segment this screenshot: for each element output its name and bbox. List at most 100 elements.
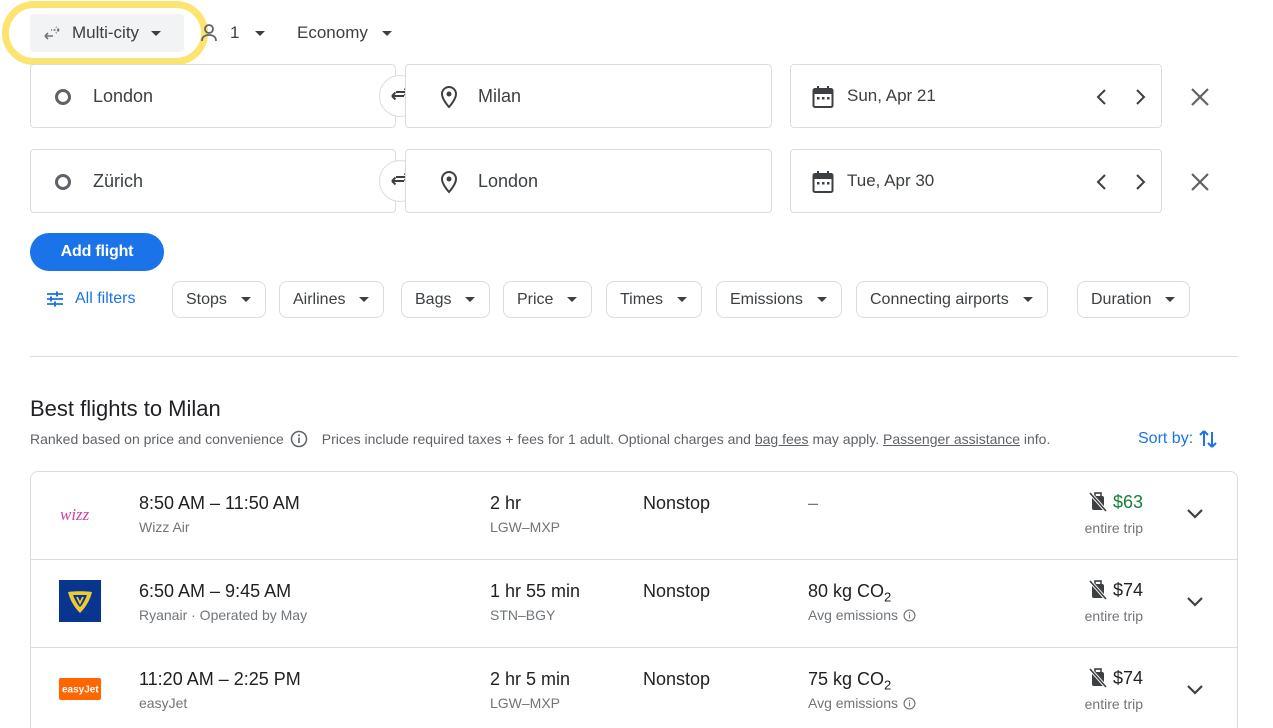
origin-field-leg-2[interactable]: Zürich [30, 149, 396, 213]
filter-chip-bags[interactable]: Bags [401, 281, 491, 318]
emissions-label: Avg emissions [808, 607, 916, 623]
bag-fees-link[interactable]: bag fees [755, 431, 809, 447]
close-icon [1188, 173, 1212, 198]
price-label: entire trip [1084, 520, 1143, 536]
passenger-count: 1 [230, 23, 240, 42]
all-filters-button[interactable]: All filters [46, 288, 135, 310]
date-value: Tue, Apr 30 [847, 171, 935, 190]
chevron-down-icon [151, 30, 162, 36]
chevron-down-icon [381, 30, 392, 36]
flight-route: STN–BGY [490, 607, 556, 623]
chip-label: Airlines [293, 290, 346, 308]
price-value: $63 [1112, 491, 1143, 512]
info-icon[interactable] [903, 609, 916, 622]
trip-type-select[interactable]: Multi-city [30, 14, 184, 52]
expand-button[interactable] [1185, 682, 1205, 703]
calendar-icon [812, 170, 834, 199]
chevron-right-icon[interactable] [1133, 172, 1147, 197]
chevron-down-icon [1185, 597, 1205, 614]
svg-text:wizz: wizz [60, 505, 90, 524]
chip-label: Emissions [730, 290, 803, 308]
chevron-down-icon [1022, 297, 1033, 302]
section-divider [30, 356, 1238, 357]
flight-emissions: 75 kg CO2 [808, 669, 891, 693]
airline-name: Wizz Air [139, 519, 190, 535]
multi-city-icon [42, 23, 62, 43]
date-field-leg-1[interactable]: Sun, Apr 21 [790, 64, 1162, 128]
filter-chip-times[interactable]: Times [606, 281, 702, 318]
chevron-down-icon [1165, 297, 1176, 302]
sort-by-button[interactable]: Sort by: [1138, 428, 1218, 450]
flight-duration: 2 hr [490, 493, 522, 513]
prices-text: Prices include required taxes + fees for… [321, 431, 751, 447]
sort-arrows-icon [1198, 428, 1218, 450]
filter-chip-price[interactable]: Price [503, 281, 593, 318]
passengers-select[interactable]: 1 [200, 14, 266, 52]
flight-duration: 2 hr 5 min [490, 669, 571, 689]
close-icon [1188, 88, 1212, 113]
filter-chip-stops[interactable]: Stops [172, 281, 266, 318]
info-icon[interactable] [290, 430, 308, 448]
filter-chip-airlines[interactable]: Airlines [279, 281, 385, 318]
passenger-assistance-link[interactable]: Passenger assistance [883, 431, 1020, 447]
person-icon [200, 23, 218, 43]
destination-field-leg-1[interactable]: Milan [405, 64, 772, 128]
no-carry-on-icon [1088, 667, 1108, 689]
flight-route: LGW–MXP [490, 519, 561, 535]
info-text: info. [1023, 431, 1051, 447]
flight-stops: Nonstop [643, 669, 711, 689]
calendar-icon [812, 85, 834, 114]
emissions-label-text: Avg emissions [808, 695, 899, 711]
filter-chip-duration[interactable]: Duration [1077, 281, 1191, 318]
chip-label: Stops [186, 290, 227, 308]
origin-circle-icon [55, 89, 71, 105]
flight-stops: Nonstop [643, 581, 711, 601]
add-flight-button[interactable]: Add flight [30, 233, 164, 271]
no-carry-on-icon [1088, 579, 1108, 601]
remove-leg-1-button[interactable] [1188, 85, 1212, 109]
chevron-left-icon[interactable] [1095, 172, 1109, 197]
price-value: $74 [1112, 579, 1143, 600]
filter-chip-connecting-airports[interactable]: Connecting airports [856, 281, 1048, 318]
origin-field-leg-1[interactable]: London [30, 64, 396, 128]
chip-label: Connecting airports [870, 290, 1009, 308]
tune-icon [46, 291, 64, 307]
chip-label: Price [517, 290, 554, 308]
emissions-label: Avg emissions [808, 695, 916, 711]
emissions-label-text: Avg emissions [808, 607, 899, 623]
expand-button[interactable] [1185, 594, 1205, 615]
destination-field-leg-2[interactable]: London [405, 149, 772, 213]
chevron-down-icon [255, 30, 266, 36]
easyjet-logo: easyJet [59, 678, 101, 700]
trip-type-label: Multi-city [72, 23, 140, 42]
cabin-label: Economy [297, 23, 368, 42]
chip-label: Bags [415, 290, 452, 308]
filter-chip-emissions[interactable]: Emissions [716, 281, 842, 318]
expand-button[interactable] [1185, 506, 1205, 527]
chip-label: Duration [1091, 290, 1152, 308]
destination-value: Milan [478, 85, 522, 106]
date-field-leg-2[interactable]: Tue, Apr 30 [790, 149, 1162, 213]
info-icon[interactable] [903, 697, 916, 710]
chip-label: Times [620, 290, 663, 308]
emissions-subscript: 2 [884, 677, 892, 693]
destination-value: London [478, 170, 539, 191]
svg-text:easyJet: easyJet [62, 685, 99, 696]
flight-price: $74 [1088, 667, 1143, 689]
sort-by-label: Sort by: [1138, 430, 1194, 447]
location-pin-icon [440, 85, 458, 114]
ranked-text: Ranked based on price and convenience [30, 431, 284, 447]
cabin-class-select[interactable]: Economy [297, 14, 392, 52]
flight-times: 11:20 AM – 2:25 PM [139, 669, 301, 689]
chevron-left-icon[interactable] [1095, 87, 1109, 112]
flight-row[interactable]: easyJet 11:20 AM – 2:25 PM easyJet 2 hr … [31, 648, 1237, 728]
flight-row[interactable]: 6:50 AM – 9:45 AM Ryanair · Operated by … [31, 560, 1237, 648]
date-value: Sun, Apr 21 [847, 86, 936, 105]
flight-results-list: wizz 8:50 AM – 11:50 AM Wizz Air 2 hr LG… [30, 471, 1238, 728]
flight-emissions: 80 kg CO2 [808, 581, 891, 605]
remove-leg-2-button[interactable] [1188, 170, 1212, 194]
chevron-right-icon[interactable] [1133, 87, 1147, 112]
flight-times: 8:50 AM – 11:50 AM [139, 493, 300, 513]
no-carry-on-icon [1088, 491, 1108, 513]
flight-row[interactable]: wizz 8:50 AM – 11:50 AM Wizz Air 2 hr LG… [31, 472, 1237, 560]
